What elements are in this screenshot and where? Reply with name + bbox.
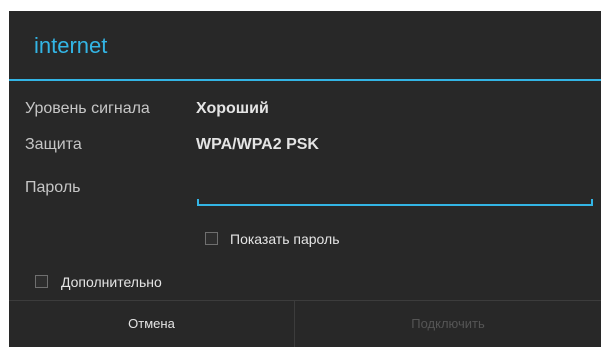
security-value: WPA/WPA2 PSK	[196, 136, 319, 153]
connect-button[interactable]: Подключить	[295, 301, 601, 347]
title-divider	[9, 79, 601, 81]
password-field[interactable]	[197, 177, 593, 207]
signal-strength-label: Уровень сигнала	[25, 100, 150, 117]
dialog-title: internet	[34, 33, 108, 58]
password-field-right-edge	[591, 199, 593, 205]
wifi-connect-dialog: internet Уровень сигнала Хороший Защита …	[9, 11, 601, 347]
advanced-options-checkbox[interactable]	[35, 275, 48, 288]
show-password-checkbox[interactable]	[205, 232, 218, 245]
signal-strength-value: Хороший	[196, 100, 269, 117]
dialog-title-bar: internet	[9, 11, 601, 79]
password-label: Пароль	[25, 179, 81, 196]
password-field-underline	[197, 204, 593, 206]
page: internet Уровень сигнала Хороший Защита …	[0, 0, 601, 347]
show-password-label[interactable]: Показать пароль	[230, 230, 340, 248]
security-label: Защита	[25, 136, 82, 153]
advanced-options-label[interactable]: Дополнительно	[61, 273, 162, 291]
cancel-button[interactable]: Отмена	[9, 301, 294, 347]
password-input[interactable]	[201, 177, 589, 203]
dialog-button-bar: Отмена Подключить	[9, 300, 601, 347]
